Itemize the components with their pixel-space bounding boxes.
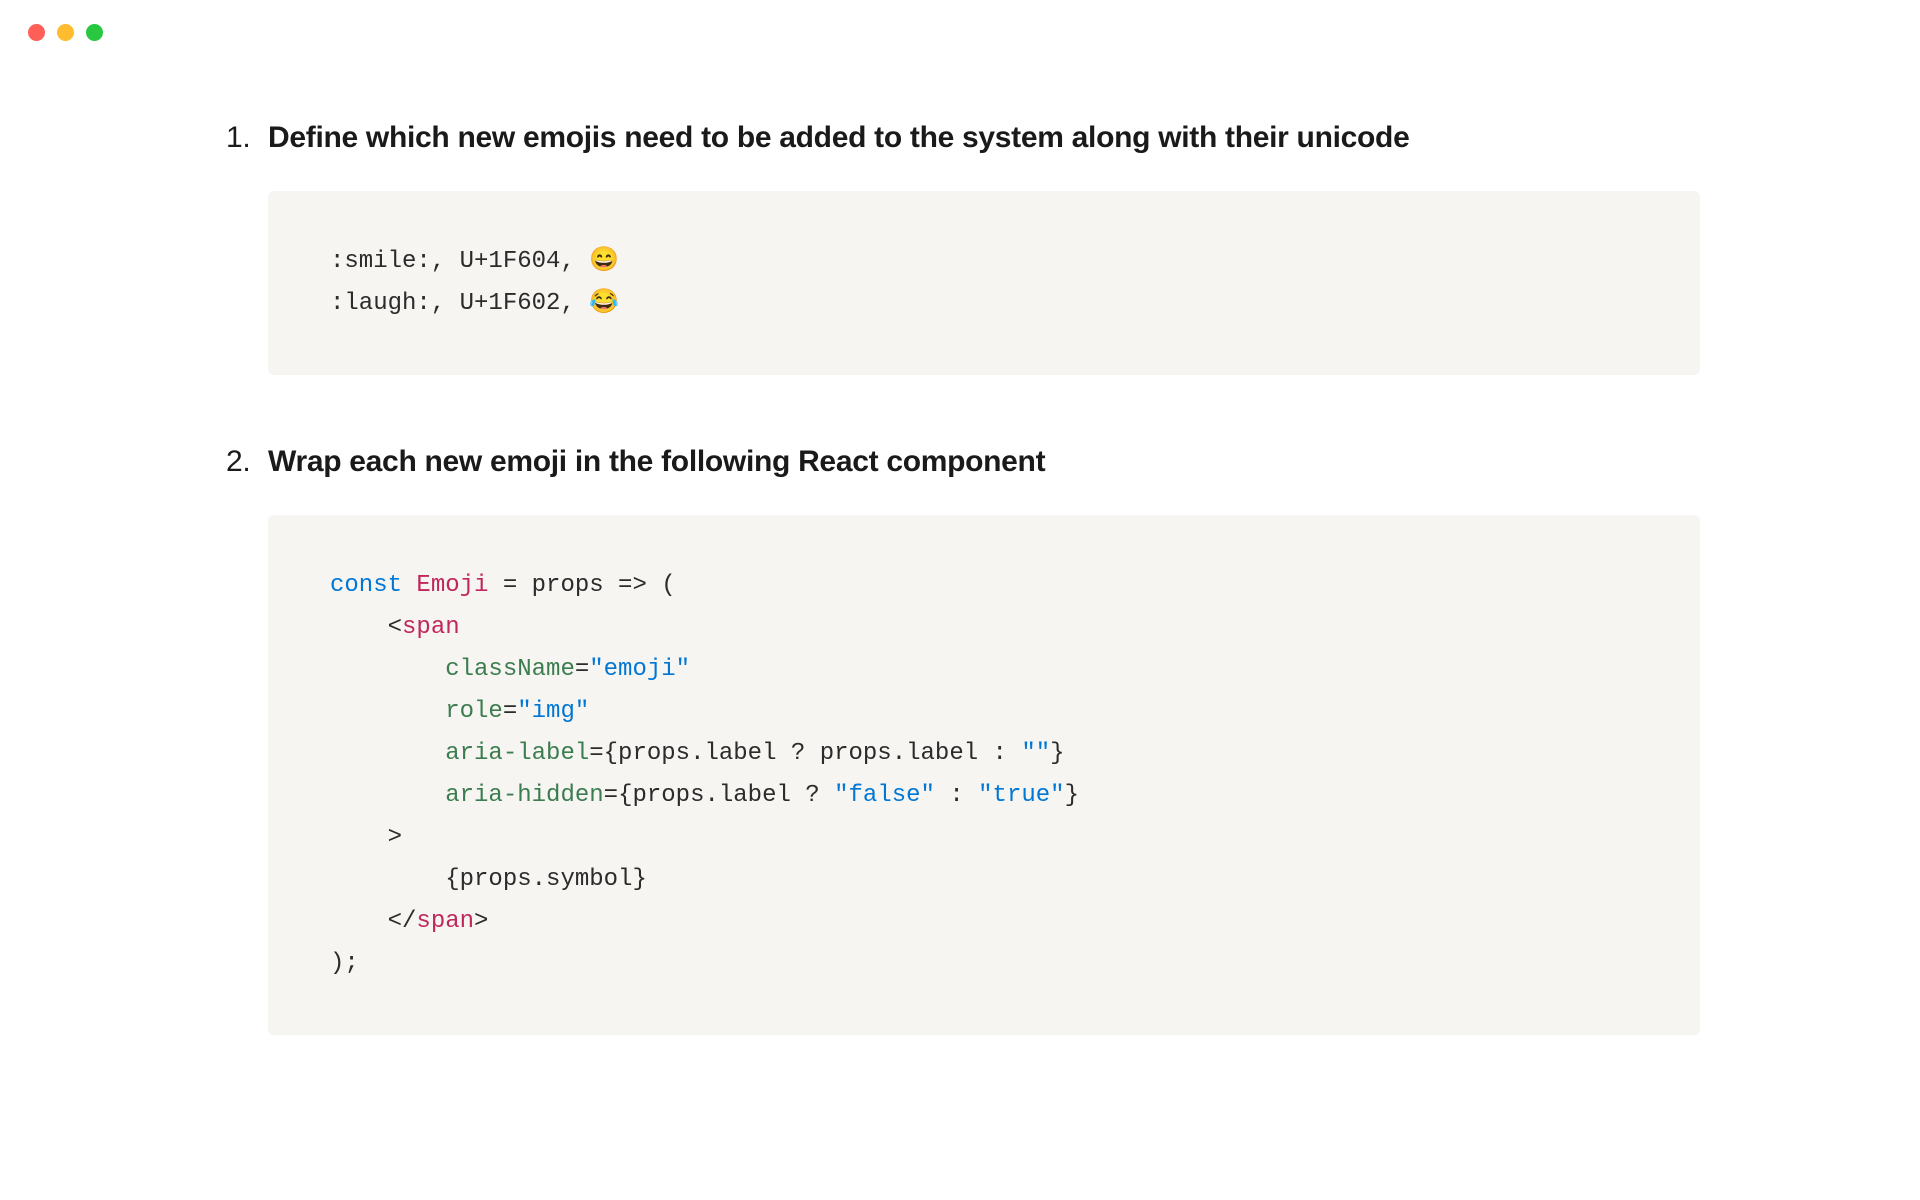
token-punct: =	[604, 782, 618, 809]
maximize-button[interactable]	[86, 24, 103, 41]
window-controls	[0, 0, 1920, 41]
token-string: "false"	[834, 782, 935, 809]
token-string: ""	[1021, 740, 1050, 767]
token-punct: >	[388, 824, 402, 851]
list-title: Wrap each new emoji in the following Rea…	[268, 445, 1700, 479]
token-punct: }	[1050, 740, 1064, 767]
token-tag: span	[416, 908, 474, 935]
document-content: 1. Define which new emojis need to be ad…	[0, 41, 1920, 1035]
code-line: aria-label={props.label ? props.label : …	[330, 733, 1638, 775]
token-punct: }	[1065, 782, 1079, 809]
code-line: </span>	[330, 901, 1638, 943]
numbered-list-item: 2. Wrap each new emoji in the following …	[220, 445, 1700, 1035]
token-expr: {props.symbol}	[445, 866, 647, 893]
token-attr: aria-hidden	[445, 782, 603, 809]
code-line: aria-hidden={props.label ? "false" : "tr…	[330, 775, 1638, 817]
close-button[interactable]	[28, 24, 45, 41]
list-number: 2.	[220, 445, 268, 479]
code-line: <span	[330, 607, 1638, 649]
token-expr: :	[935, 782, 978, 809]
list-heading: 2. Wrap each new emoji in the following …	[220, 445, 1700, 479]
code-line: );	[330, 943, 1638, 985]
token-string: "true"	[978, 782, 1064, 809]
code-line: {props.symbol}	[330, 859, 1638, 901]
token-attr: aria-label	[445, 740, 589, 767]
minimize-button[interactable]	[57, 24, 74, 41]
token-punct: </	[388, 908, 417, 935]
token-attr: className	[445, 656, 575, 683]
token-punct: );	[330, 950, 359, 977]
code-line: >	[330, 817, 1638, 859]
code-line: className="emoji"	[330, 649, 1638, 691]
code-block[interactable]: const Emoji = props => ( <span className…	[268, 515, 1700, 1035]
token-punct: =	[503, 698, 517, 725]
token-attr: role	[445, 698, 503, 725]
token-punct: >	[474, 908, 488, 935]
token-keyword: const	[330, 572, 402, 599]
list-title: Define which new emojis need to be added…	[268, 121, 1700, 155]
code-line: const Emoji = props => (	[330, 565, 1638, 607]
list-heading: 1. Define which new emojis need to be ad…	[220, 121, 1700, 155]
token-punct: =	[575, 656, 589, 683]
token-punct: <	[388, 614, 402, 641]
token-punct: = props => (	[488, 572, 675, 599]
code-block[interactable]: :smile:, U+1F604, 😄:laugh:, U+1F602, 😂	[268, 191, 1700, 375]
code-line: :smile:, U+1F604, 😄	[330, 241, 1638, 283]
token-expr: {props.label ? props.label :	[604, 740, 1022, 767]
code-line: :laugh:, U+1F602, 😂	[330, 283, 1638, 325]
token-component: Emoji	[416, 572, 488, 599]
code-line: role="img"	[330, 691, 1638, 733]
token-expr: {props.label ?	[618, 782, 834, 809]
token-punct: =	[589, 740, 603, 767]
token-tag: span	[402, 614, 460, 641]
token-string: "img"	[517, 698, 589, 725]
numbered-list-item: 1. Define which new emojis need to be ad…	[220, 121, 1700, 375]
token-string: "emoji"	[589, 656, 690, 683]
list-number: 1.	[220, 121, 268, 155]
